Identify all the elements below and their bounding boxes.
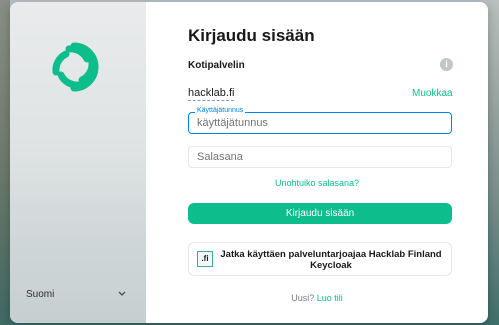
info-icon[interactable]: i: [440, 58, 453, 71]
homeserver-value: hacklab.fi: [188, 87, 235, 101]
language-selector[interactable]: Suomi: [26, 286, 126, 302]
create-account-row: Uusi? Luo tili: [146, 293, 488, 303]
create-account-link[interactable]: Luo tili: [317, 293, 343, 303]
forgot-password-link[interactable]: Unohtuiko salasana?: [146, 178, 488, 188]
login-form: Kirjaudu sisään Kotipalvelin i hacklab.f…: [146, 2, 488, 323]
new-user-prompt: Uusi?: [291, 293, 315, 303]
page-title: Kirjaudu sisään: [188, 26, 315, 45]
username-floating-label: Käyttäjätunnus: [195, 107, 246, 114]
username-input[interactable]: [189, 113, 451, 133]
background-left-edge: [0, 0, 10, 325]
sso-button[interactable]: .fi Jatka käyttäen palveluntarjoajaa Hac…: [188, 242, 452, 276]
chevron-down-icon: [118, 291, 126, 296]
homeserver-label: Kotipalvelin: [188, 60, 245, 71]
sso-provider-icon: .fi: [197, 251, 213, 267]
element-logo-icon: [52, 42, 99, 92]
sso-button-label: Jatka käyttäen palveluntarjoajaa Hacklab…: [220, 249, 442, 271]
edit-homeserver-link[interactable]: Muokkaa: [412, 88, 453, 99]
sidebar: Suomi: [10, 2, 146, 323]
background-right-edge: [489, 0, 499, 325]
sign-in-button[interactable]: Kirjaudu sisään: [188, 203, 452, 224]
password-input[interactable]: [189, 147, 451, 167]
password-field: [188, 146, 452, 168]
language-label: Suomi: [26, 288, 55, 300]
username-field: Käyttäjätunnus: [188, 107, 452, 134]
login-card: Suomi Kirjaudu sisään Kotipalvelin i hac…: [10, 2, 488, 323]
